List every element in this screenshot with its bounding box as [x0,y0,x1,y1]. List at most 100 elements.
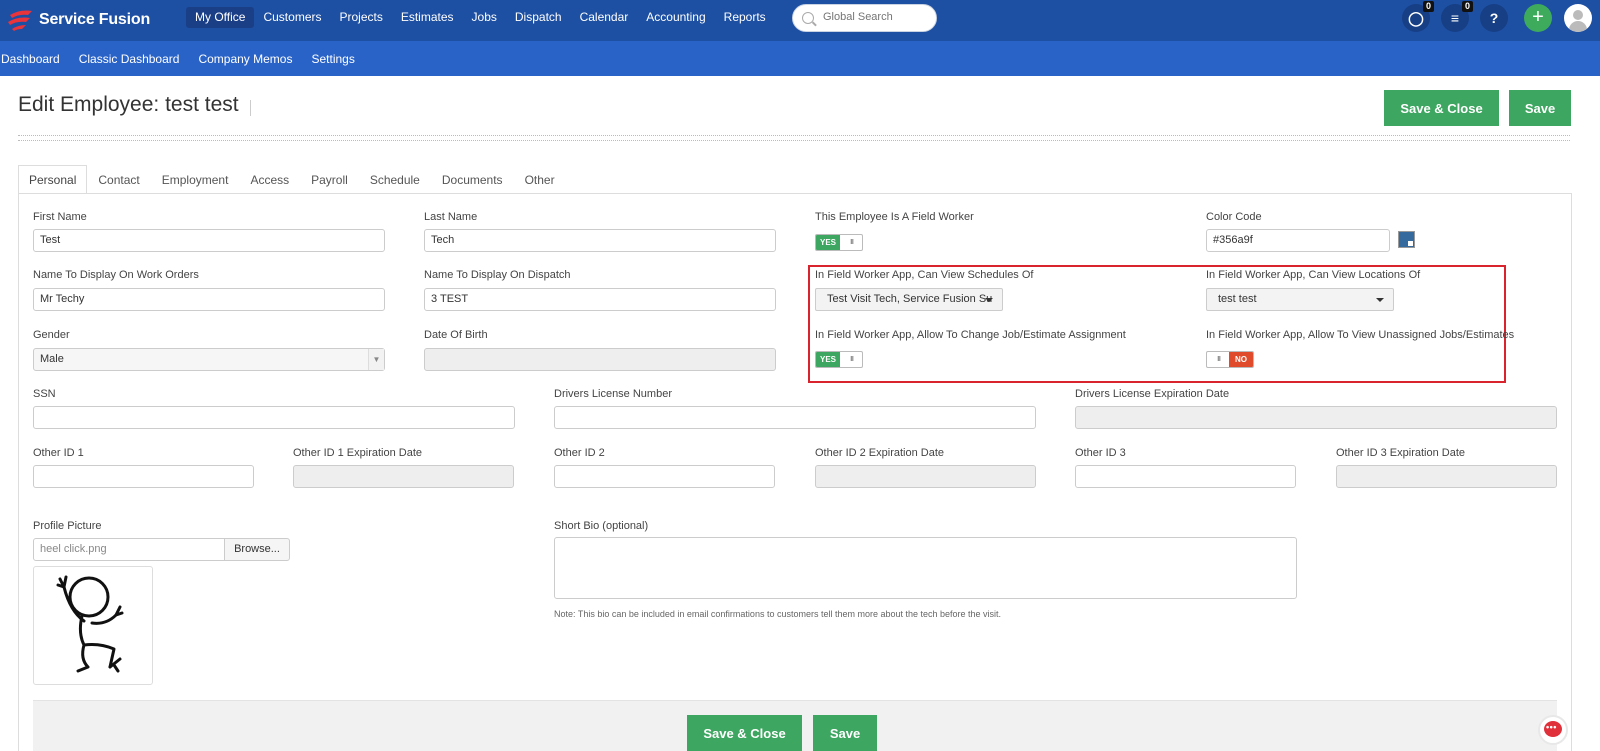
tab-personal[interactable]: Personal [18,165,88,194]
display-dispatch-label: Name To Display On Dispatch [424,269,571,281]
other-id2-field[interactable] [554,465,775,488]
nav-item-my-office[interactable]: My Office [186,7,255,28]
tasks-button[interactable]: ≡ 0 [1441,1,1473,32]
profile-picture-label: Profile Picture [33,520,102,532]
subnav-item-settings[interactable]: Settings [310,52,354,66]
other-id1-label: Other ID 1 [33,447,84,459]
dl-expiration-label: Drivers License Expiration Date [1075,388,1230,400]
plus-icon: + [1532,6,1544,28]
display-dispatch-field[interactable]: 3 TEST [424,288,776,311]
other-id3-label: Other ID 3 [1075,447,1126,459]
nav-item-accounting[interactable]: Accounting [637,7,714,28]
subnav-item-dashboard[interactable]: Dashboard [0,52,60,66]
view-unassigned-toggle-grip: III [1217,356,1221,363]
tab-access[interactable]: Access [239,165,300,194]
tab-documents[interactable]: Documents [431,165,514,194]
tab-other[interactable]: Other [514,165,566,194]
nav-item-reports[interactable]: Reports [715,7,775,28]
view-locations-dropdown[interactable]: test test [1206,288,1394,311]
view-unassigned-toggle-no: NO [1229,352,1253,367]
nav-item-projects[interactable]: Projects [330,7,391,28]
tab-employment[interactable]: Employment [151,165,240,194]
user-avatar[interactable] [1564,4,1592,32]
save-button-bottom[interactable]: Save [813,715,877,751]
gender-value: Male [40,353,64,365]
field-worker-toggle[interactable]: YES III [815,234,863,251]
dob-field[interactable] [424,348,776,371]
main-nav: My Office Customers Projects Estimates J… [186,7,775,28]
short-bio-note: Note: This bio can be included in email … [554,609,1002,619]
save-button-top[interactable]: Save [1509,90,1571,126]
save-close-button-top[interactable]: Save & Close [1384,90,1499,126]
sub-navbar: Dashboard Classic Dashboard Company Memo… [0,41,1600,76]
color-code-field[interactable]: #356a9f [1206,229,1390,252]
field-worker-app-highlight [808,265,1506,383]
other-id3-field[interactable] [1075,465,1296,488]
change-assignment-toggle-grip: III [850,356,854,363]
view-schedules-value: Test Visit Tech, Service Fusion Su [827,293,993,305]
gender-label: Gender [33,329,70,341]
global-search-input[interactable] [823,11,928,23]
other-id2-label: Other ID 2 [554,447,605,459]
app-logo[interactable]: Service Fusion [6,7,150,33]
subnav-item-company-memos[interactable]: Company Memos [197,52,292,66]
header-separator [18,135,1570,141]
other-id3-exp-label: Other ID 3 Expiration Date [1336,447,1466,459]
other-id3-exp-field[interactable] [1336,465,1557,488]
first-name-label: First Name [33,211,87,223]
view-schedules-label: In Field Worker App, Can View Schedules … [815,269,1034,281]
tab-schedule[interactable]: Schedule [359,165,431,194]
other-id1-exp-field[interactable] [293,465,514,488]
view-unassigned-toggle[interactable]: III NO [1206,351,1254,368]
app-logo-text: Service Fusion [39,11,151,28]
save-close-button-bottom[interactable]: Save & Close [687,715,802,751]
other-id1-field[interactable] [33,465,254,488]
field-worker-toggle-grip: III [850,239,854,246]
service-fusion-logo-icon [8,10,32,31]
ssn-field[interactable] [33,406,515,429]
view-locations-label: In Field Worker App, Can View Locations … [1206,269,1421,281]
nav-item-estimates[interactable]: Estimates [392,7,463,28]
view-schedules-dropdown[interactable]: Test Visit Tech, Service Fusion Su [815,288,1003,311]
subnav-item-classic-dashboard[interactable]: Classic Dashboard [78,52,180,66]
search-icon [802,12,814,24]
first-name-field[interactable]: Test [33,229,385,252]
profile-picture-filename[interactable]: heel click.png [33,538,225,561]
chevron-down-icon [1376,298,1384,302]
top-navbar: Service Fusion My Office Customers Proje… [0,0,1600,41]
display-work-orders-field[interactable]: Mr Techy [33,288,385,311]
chat-icon: ◯ [1408,10,1424,26]
gender-select[interactable]: Male ▼ [33,348,385,371]
short-bio-field[interactable] [554,537,1297,599]
chat-support-widget[interactable]: ••• [1538,715,1568,745]
nav-item-dispatch[interactable]: Dispatch [506,7,571,28]
change-assignment-toggle[interactable]: YES III [815,351,863,368]
tab-payroll[interactable]: Payroll [300,165,359,194]
add-new-button[interactable]: + [1524,4,1552,32]
chat-button[interactable]: ◯ 0 [1402,1,1434,32]
tasks-badge: 0 [1462,1,1473,12]
ssn-label: SSN [33,388,56,400]
help-button[interactable]: ? [1480,4,1508,32]
title-divider [250,100,251,116]
short-bio-label: Short Bio (optional) [554,520,649,532]
chevron-down-icon: ▼ [368,349,384,370]
page-title: Edit Employee: test test [18,93,239,116]
nav-item-customers[interactable]: Customers [254,7,330,28]
display-work-orders-label: Name To Display On Work Orders [33,269,199,281]
nav-item-calendar[interactable]: Calendar [571,7,638,28]
other-id2-exp-field[interactable] [815,465,1036,488]
help-icon: ? [1489,10,1499,26]
global-search[interactable] [792,4,937,32]
field-worker-toggle-yes: YES [816,235,840,250]
tab-contact[interactable]: Contact [87,165,150,194]
drivers-license-field[interactable] [554,406,1036,429]
chat-support-dots: ••• [1546,722,1557,732]
field-worker-label: This Employee Is A Field Worker [815,211,974,223]
last-name-field[interactable]: Tech [424,229,776,252]
user-avatar-head [1573,10,1583,20]
color-picker-icon[interactable] [1398,231,1415,248]
dl-expiration-field[interactable] [1075,406,1557,429]
nav-item-jobs[interactable]: Jobs [463,7,506,28]
browse-button[interactable]: Browse... [224,538,290,561]
